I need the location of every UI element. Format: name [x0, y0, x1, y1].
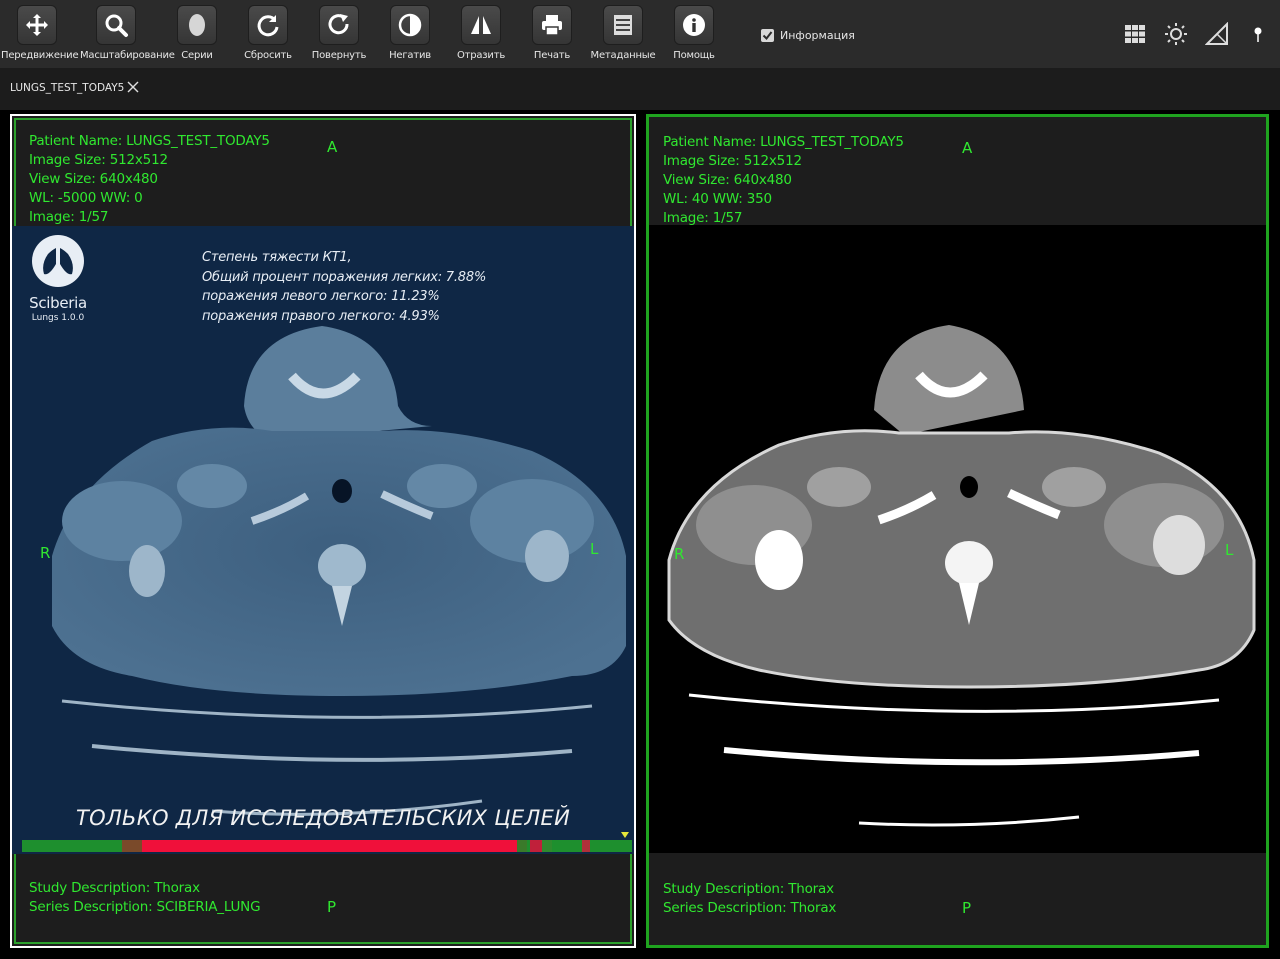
- move-icon: [26, 14, 48, 36]
- orientation-right: L: [590, 540, 599, 558]
- info-checkbox[interactable]: Информация: [761, 27, 855, 43]
- negative-icon: [398, 13, 422, 37]
- patient-name: Patient Name: LUNGS_TEST_TODAY5: [663, 134, 904, 150]
- tab-study[interactable]: LUNGS_TEST_TODAY5: [10, 82, 124, 94]
- window-level: WL: -5000 WW: 0: [29, 190, 143, 206]
- lungs-logo-icon: [32, 235, 84, 287]
- brightness-icon[interactable]: [1164, 22, 1188, 46]
- image-size: Image Size: 512x512: [29, 152, 168, 168]
- series-description: Series Description: Thorax: [663, 900, 837, 916]
- flip-label: Отразить: [456, 50, 506, 61]
- image-index: Image: 1/57: [29, 209, 109, 225]
- tab-bar: LUNGS_TEST_TODAY5: [0, 68, 1280, 110]
- toolbar: Передвижение Масштабирование Серии Сброс…: [0, 0, 1280, 68]
- severity-scale-bar: [22, 840, 632, 852]
- move-button[interactable]: Передвижение: [1, 5, 79, 65]
- orientation-left: R: [40, 544, 51, 562]
- info-checkbox-label: Информация: [780, 28, 855, 42]
- logo-brand: Sciberia: [29, 294, 87, 312]
- series-description: Series Description: SCIBERIA_LUNG: [29, 899, 261, 915]
- reset-icon: [257, 15, 279, 37]
- overlay-top-left: Patient Name: LUNGS_TEST_TODAY5 Image Si…: [663, 133, 904, 228]
- series-button[interactable]: Серии: [161, 5, 233, 65]
- view-size: View Size: 640x480: [29, 171, 158, 187]
- series-label: Серии: [181, 50, 213, 61]
- viewport-left[interactable]: Patient Name: LUNGS_TEST_TODAY5 Image Si…: [10, 114, 636, 948]
- orientation-right: L: [1225, 541, 1234, 559]
- metadata-button[interactable]: Метаданные: [587, 5, 659, 65]
- layout-grid-icon[interactable]: [1123, 22, 1147, 46]
- severity-text: Степень тяжести КТ1,: [202, 250, 352, 265]
- metadata-label: Метаданные: [590, 50, 656, 61]
- rotate-label: Повернуть: [311, 50, 367, 61]
- reset-button[interactable]: Сбросить: [232, 5, 304, 65]
- signal-icon[interactable]: [1205, 22, 1229, 46]
- magnifier-icon: [105, 14, 128, 37]
- orientation-bottom: P: [962, 899, 972, 917]
- study-description: Study Description: Thorax: [29, 880, 200, 896]
- move-label: Передвижение: [1, 50, 79, 61]
- sciberia-logo: Sciberia Lungs 1.0.0: [28, 234, 88, 323]
- orientation-top: A: [962, 139, 973, 157]
- reset-label: Сбросить: [244, 50, 292, 61]
- zoom-label: Масштабирование: [80, 50, 175, 61]
- series-icon: [189, 14, 205, 36]
- orientation-top: A: [327, 138, 338, 156]
- viewport-right[interactable]: Patient Name: LUNGS_TEST_TODAY5 Image Si…: [646, 114, 1269, 948]
- negative-label: Негатив: [389, 50, 431, 61]
- research-disclaimer: ТОЛЬКО ДЛЯ ИССЛЕДОВАТЕЛЬСКИХ ЦЕЛЕЙ: [76, 806, 571, 830]
- orientation-bottom: P: [327, 898, 337, 916]
- info-icon: [683, 14, 705, 36]
- patient-name: Patient Name: LUNGS_TEST_TODAY5: [29, 133, 270, 149]
- check-icon: [762, 30, 773, 40]
- zoom-button[interactable]: Масштабирование: [80, 5, 175, 65]
- left-lung-damage-text: поражения левого легкого: 11.23%: [202, 289, 440, 304]
- overlay-top-left: Patient Name: LUNGS_TEST_TODAY5 Image Si…: [29, 132, 270, 227]
- printer-icon: [542, 15, 562, 36]
- rotate-icon: [328, 14, 349, 35]
- ct-image[interactable]: [649, 225, 1266, 853]
- rotate-button[interactable]: Повернуть: [303, 5, 375, 65]
- flip-button[interactable]: Отразить: [445, 5, 517, 65]
- view-size: View Size: 640x480: [663, 172, 792, 188]
- study-description: Study Description: Thorax: [663, 881, 834, 897]
- negative-button[interactable]: Негатив: [374, 5, 446, 65]
- print-label: Печать: [533, 50, 571, 61]
- checkbox-box[interactable]: [761, 28, 774, 42]
- help-label: Помощь: [673, 50, 715, 61]
- right-lung-damage-text: поражения правого легкого: 4.93%: [202, 308, 440, 324]
- ct-slice-grayscale: [667, 325, 1256, 827]
- orientation-left: R: [674, 545, 685, 563]
- print-button[interactable]: Печать: [516, 5, 588, 65]
- window-level: WL: 40 WW: 350: [663, 191, 772, 207]
- close-icon[interactable]: [127, 81, 139, 93]
- analysis-report: Степень тяжести КТ1, Общий процент пораж…: [202, 248, 486, 326]
- help-button[interactable]: Помощь: [658, 5, 730, 65]
- image-size: Image Size: 512x512: [663, 153, 802, 169]
- flip-icon: [471, 16, 491, 34]
- logo-version: Lungs 1.0.0: [31, 313, 85, 323]
- overlay-bottom-left: Study Description: Thorax Series Descrip…: [29, 879, 261, 917]
- total-damage-text: Общий процент поражения легких: 7.88%: [202, 269, 487, 285]
- pin-icon[interactable]: [1246, 22, 1270, 46]
- overlay-bottom-left: Study Description: Thorax Series Descrip…: [663, 880, 836, 918]
- metadata-icon: [614, 15, 632, 35]
